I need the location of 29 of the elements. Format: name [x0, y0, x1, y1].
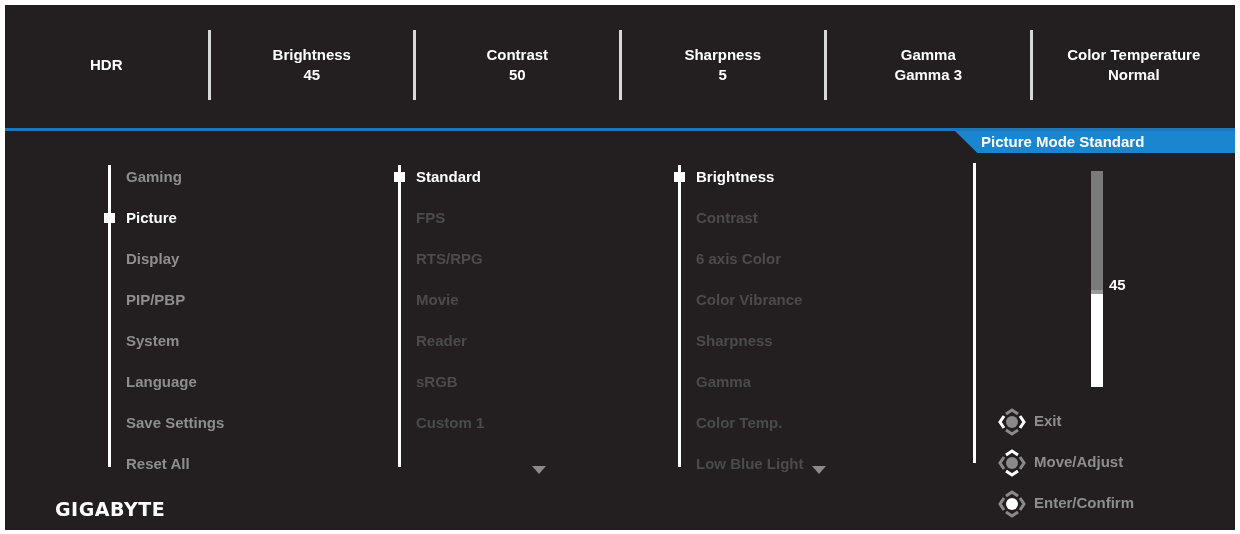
setting-value: Gamma 3	[894, 65, 962, 85]
setting-value: Normal	[1107, 65, 1160, 85]
legend-label: Enter/Confirm	[1034, 493, 1134, 514]
setting-label: Brightness	[272, 45, 351, 65]
setting-label: HDR	[90, 55, 123, 75]
setting-value: 50	[508, 65, 526, 85]
menu-item[interactable]: Language	[126, 373, 197, 390]
setting-value: 45	[303, 65, 321, 85]
setting-label: Gamma	[900, 45, 956, 65]
setting-value: 5	[718, 65, 727, 85]
menu-item[interactable]: Standard	[416, 168, 481, 185]
slider-value: 45	[1109, 275, 1126, 294]
menu-item[interactable]: Save Settings	[126, 414, 225, 431]
scroll-down-icon	[812, 466, 826, 474]
menu-item[interactable]: Brightness	[696, 168, 775, 185]
legend-label: Move/Adjust	[1034, 452, 1124, 473]
brand-logo: GIGABYTE	[55, 497, 166, 522]
menu-item[interactable]: System	[126, 332, 180, 349]
picture-mode-banner: Picture Mode Standard	[955, 131, 1235, 153]
menu-item[interactable]: Gaming	[126, 168, 182, 185]
setting-label: Contrast	[486, 45, 549, 65]
setting-label: Sharpness	[684, 45, 762, 65]
menu-item[interactable]: Display	[126, 250, 180, 267]
legend-label: Exit	[1034, 411, 1062, 432]
scroll-down-icon	[532, 466, 546, 474]
setting-label: Color Temperature	[1067, 45, 1201, 65]
menu-item[interactable]: Picture	[126, 209, 177, 226]
menu-item[interactable]: PIP/PBP	[126, 291, 186, 308]
menu-item[interactable]: Reset All	[126, 455, 190, 472]
